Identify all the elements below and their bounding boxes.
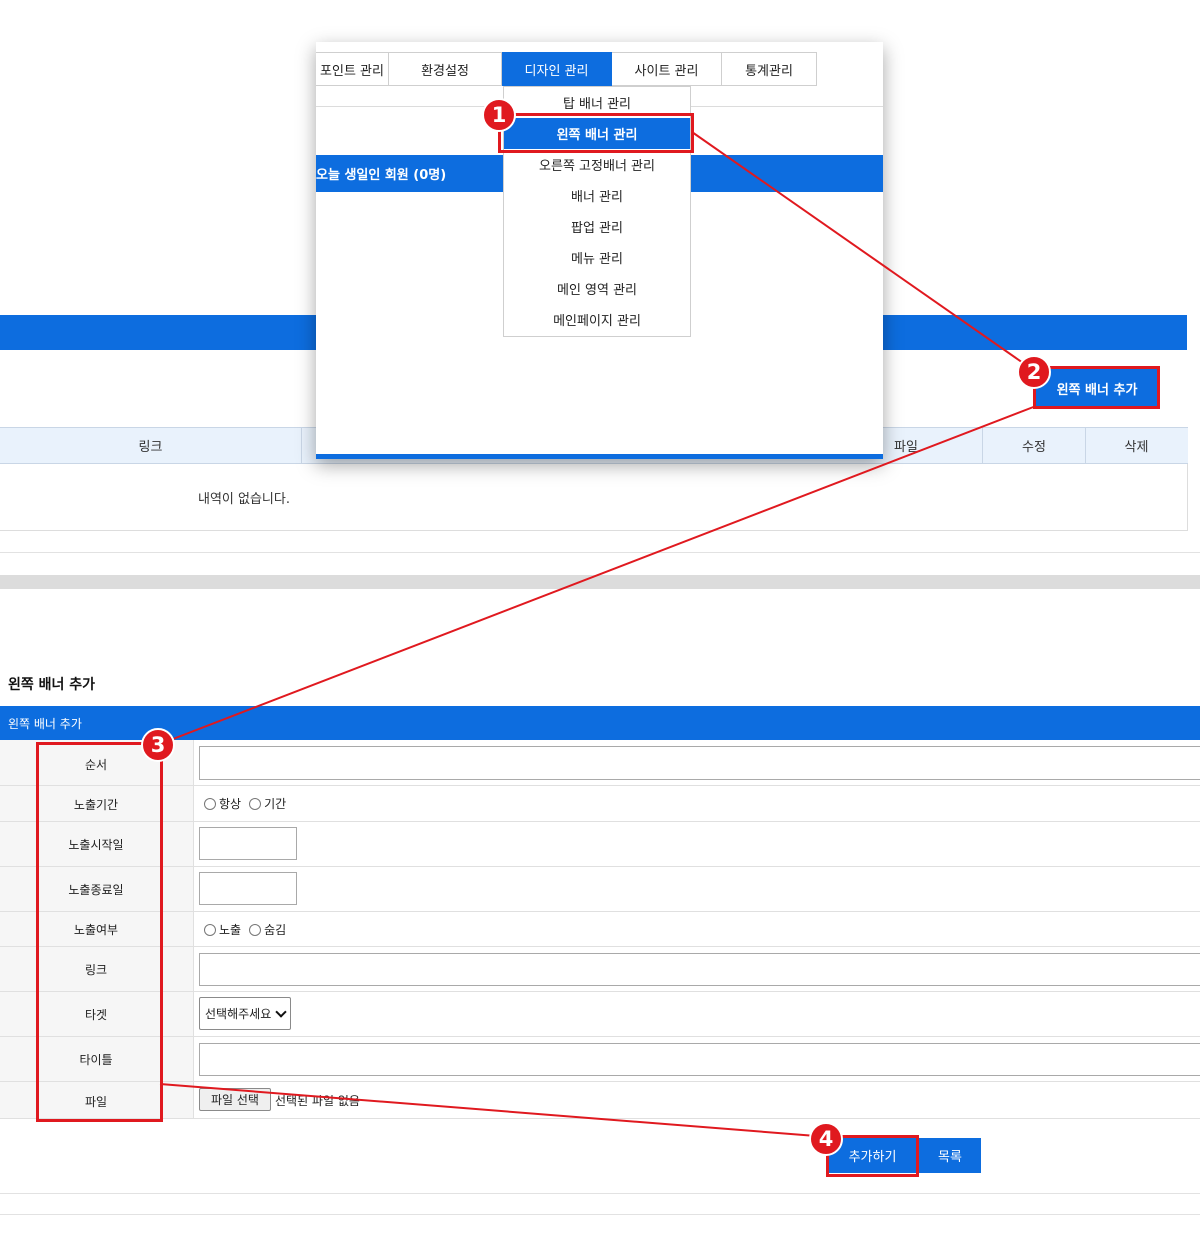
form-header-bar <box>0 706 1200 740</box>
radio-show-label: 노출 <box>219 923 242 937</box>
radio-always-label: 항상 <box>219 797 242 811</box>
row-divider <box>0 785 1200 786</box>
admin-menu-screenshot: 포인트 관리 환경설정 디자인 관리 사이트 관리 통계관리 오늘 생일인 회원… <box>316 42 883 459</box>
file-status: 선택된 파일 없음 <box>275 1094 360 1108</box>
submenu-item-banner[interactable]: 배너 관리 <box>504 180 690 211</box>
highlight-add-button <box>1033 366 1160 409</box>
row-divider <box>0 1118 1200 1119</box>
radio-hide[interactable] <box>249 923 262 936</box>
step-badge-1: 1 <box>482 98 516 132</box>
row-divider <box>0 866 1200 867</box>
order-input[interactable] <box>199 746 1200 780</box>
form-section-title: 왼쪽 배너 추가 <box>8 717 82 731</box>
submenu-item-main-page[interactable]: 메인페이지 관리 <box>504 304 690 335</box>
empty-row <box>0 464 1188 531</box>
tab-site[interactable]: 사이트 관리 <box>612 52 722 86</box>
step-badge-4: 4 <box>809 1122 843 1156</box>
target-select-value: 선택해주세요 <box>205 1007 272 1021</box>
start-date-input[interactable] <box>199 827 297 860</box>
page-title: 왼쪽 배너 추가 <box>8 677 96 693</box>
tab-point[interactable]: 포인트 관리 <box>316 52 389 86</box>
column-divider <box>193 740 194 1118</box>
birthday-title: 오늘 생일인 회원 (0명) <box>316 168 447 183</box>
visibility-radio-group: 노출 숨김 <box>204 921 294 938</box>
submenu-item-right-fixed-banner[interactable]: 오른쪽 고정배너 관리 <box>504 149 690 180</box>
step-badge-2: 2 <box>1017 355 1051 389</box>
tab-settings[interactable]: 환경설정 <box>389 52 502 86</box>
divider <box>0 1193 1200 1194</box>
list-button[interactable]: 목록 <box>919 1138 981 1173</box>
radio-period-label: 기간 <box>264 797 287 811</box>
period-radio-group: 항상 기간 <box>204 795 294 812</box>
submenu-item-main-area[interactable]: 메인 영역 관리 <box>504 273 690 304</box>
target-select[interactable]: 선택해주세요 <box>199 997 291 1030</box>
row-divider <box>0 1036 1200 1037</box>
tab-design[interactable]: 디자인 관리 <box>502 52 612 86</box>
link-input[interactable] <box>199 953 1200 986</box>
radio-hide-label: 숨김 <box>264 923 287 937</box>
column-edit: 수정 <box>1022 440 1046 455</box>
highlight-form-fields <box>36 742 163 1122</box>
step-badge-3: 3 <box>141 728 175 762</box>
column-link: 링크 <box>138 440 163 455</box>
file-choose-button[interactable]: 파일 선택 <box>199 1088 271 1111</box>
main-menu-tabs: 포인트 관리 환경설정 디자인 관리 사이트 관리 통계관리 <box>316 52 817 86</box>
submenu-item-popup[interactable]: 팝업 관리 <box>504 211 690 242</box>
row-divider <box>0 991 1200 992</box>
row-divider <box>0 821 1200 822</box>
tab-statistics[interactable]: 통계관리 <box>722 52 817 86</box>
divider <box>0 552 1200 553</box>
chevron-down-icon <box>275 1006 287 1018</box>
radio-always[interactable] <box>204 797 216 810</box>
column-delete: 삭제 <box>1124 440 1149 455</box>
row-divider <box>0 911 1200 912</box>
row-divider <box>0 1081 1200 1082</box>
column-divider <box>301 428 302 463</box>
popup-bottom-bar <box>316 454 883 459</box>
radio-show[interactable] <box>204 923 216 936</box>
empty-message: 내역이 없습니다. <box>198 492 290 507</box>
end-date-input[interactable] <box>199 872 297 905</box>
title-input[interactable] <box>199 1043 1200 1076</box>
highlight-left-banner-menu <box>498 113 694 153</box>
section-separator <box>0 575 1200 589</box>
row-divider <box>0 946 1200 947</box>
submenu-item-menu[interactable]: 메뉴 관리 <box>504 242 690 273</box>
divider <box>0 1214 1200 1215</box>
radio-period[interactable] <box>249 797 262 810</box>
